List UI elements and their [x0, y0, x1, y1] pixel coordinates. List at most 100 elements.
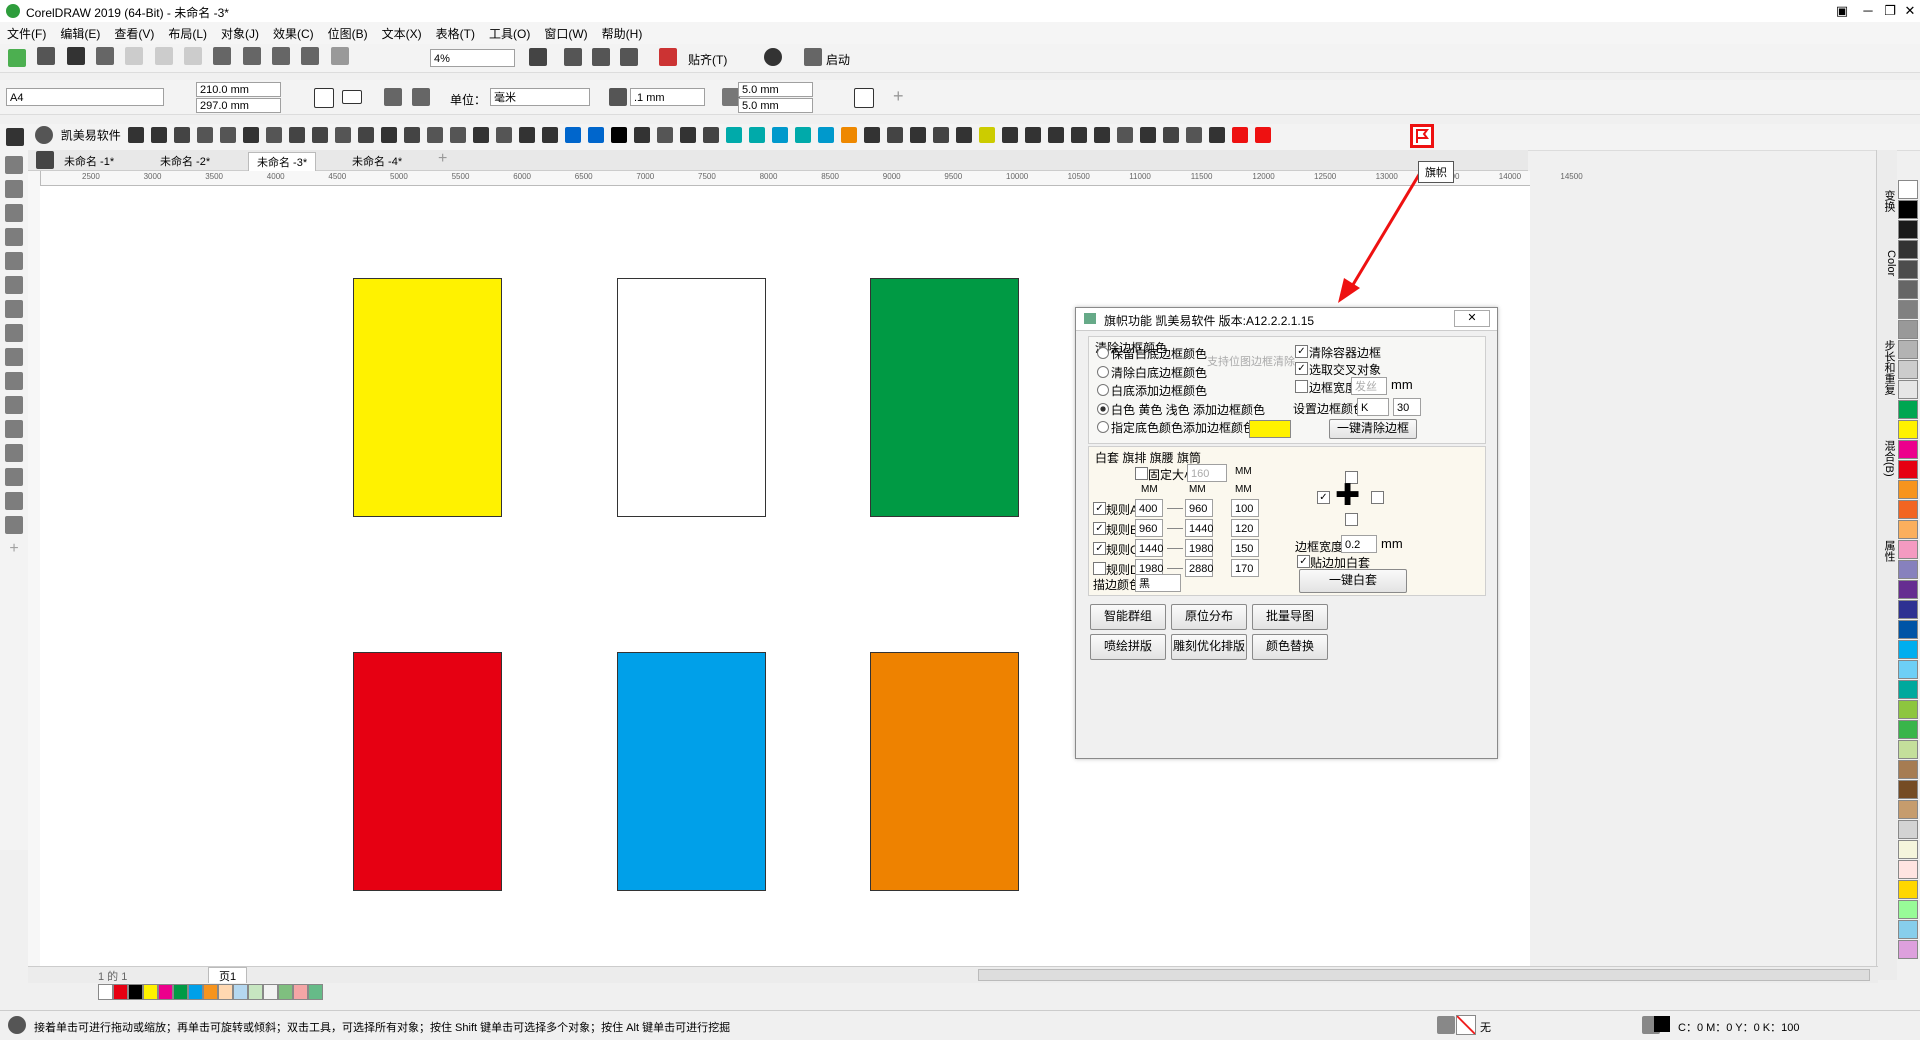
palette-swatch[interactable]: [1898, 200, 1918, 219]
page-size-select[interactable]: A4: [6, 88, 164, 106]
plugin-tool-icon[interactable]: [1024, 127, 1041, 143]
border-radio[interactable]: [1097, 365, 1109, 378]
palette-swatch[interactable]: [1898, 640, 1918, 659]
border-color-select[interactable]: K: [1357, 398, 1389, 416]
plugin-tool-icon[interactable]: [909, 127, 926, 143]
plugin-tool-icon[interactable]: [932, 127, 949, 143]
nudge-icon[interactable]: [609, 88, 627, 106]
palette-swatch[interactable]: [1898, 560, 1918, 579]
import-icon[interactable]: [272, 46, 291, 65]
plugin-tool-icon[interactable]: [748, 127, 765, 143]
rule-checkbox[interactable]: [1093, 562, 1106, 575]
plugin-tool-icon[interactable]: [1139, 127, 1156, 143]
palette-swatch[interactable]: [1898, 900, 1918, 919]
menu-item[interactable]: 文本(X): [375, 22, 429, 45]
plugin-tool-icon[interactable]: [955, 127, 972, 143]
rule-checkbox[interactable]: ✓: [1093, 502, 1106, 515]
document-tab[interactable]: 未命名 -1*: [56, 152, 122, 170]
document-palette-swatch[interactable]: [173, 984, 188, 1000]
dialog-action-button[interactable]: 智能群组: [1090, 604, 1166, 630]
snap-dropdown[interactable]: 贴齐(T): [688, 51, 727, 68]
zoom-tool-icon[interactable]: [5, 228, 23, 246]
plugin-tool-icon[interactable]: [1162, 127, 1179, 143]
fixed-size-checkbox[interactable]: [1135, 467, 1148, 480]
menu-item[interactable]: 效果(C): [266, 22, 321, 45]
nudge-field[interactable]: .1 mm: [630, 88, 705, 106]
plugin-tool-icon[interactable]: [840, 127, 857, 143]
copy-icon[interactable]: [154, 46, 173, 65]
palette-swatch[interactable]: [1898, 380, 1918, 399]
edge-width-select[interactable]: 0.2: [1341, 535, 1377, 553]
dimension-tool-icon[interactable]: [5, 396, 23, 414]
plugin-tool-icon[interactable]: [472, 127, 489, 143]
white-rectangle[interactable]: [617, 278, 766, 517]
menu-item[interactable]: 工具(O): [482, 22, 537, 45]
freehand-tool-icon[interactable]: [5, 252, 23, 270]
border-color-value[interactable]: 30: [1393, 398, 1421, 416]
document-palette-swatch[interactable]: [203, 984, 218, 1000]
plugin-tool-icon[interactable]: [541, 127, 558, 143]
clear-container-checkbox[interactable]: ✓: [1295, 345, 1308, 358]
horizontal-ruler[interactable]: 2500 3000 3500 4000 4500 5000 5500 6000 6500 7000…: [40, 171, 1583, 186]
transform-tab[interactable]: 变换: [1881, 190, 1897, 212]
rule-checkbox[interactable]: ✓: [1093, 542, 1106, 555]
dialog-close-button[interactable]: ✕: [1454, 310, 1490, 327]
menu-item[interactable]: 查看(V): [107, 22, 161, 45]
palette-swatch[interactable]: [1898, 480, 1918, 499]
treat-as-filled-icon[interactable]: [854, 88, 874, 108]
rule-a-input[interactable]: 1440: [1135, 539, 1163, 557]
fixed-size-input[interactable]: 160: [1187, 464, 1227, 482]
fill-icon[interactable]: [1437, 1016, 1455, 1034]
snap-icon[interactable]: [659, 48, 677, 66]
plugin-tool-icon[interactable]: [794, 127, 811, 143]
plugin-tool-icon[interactable]: [1070, 127, 1087, 143]
border-radio[interactable]: [1097, 384, 1109, 396]
palette-swatch[interactable]: [1898, 780, 1918, 799]
dialog-action-button[interactable]: 颜色替换: [1252, 634, 1328, 660]
text-tool-icon[interactable]: [5, 372, 23, 390]
open-icon[interactable]: [37, 46, 56, 65]
flag-plugin-button[interactable]: [1410, 124, 1434, 148]
no-fill-swatch[interactable]: [1456, 1015, 1476, 1035]
plugin-tool-icon[interactable]: [242, 127, 259, 143]
menu-item[interactable]: 布局(L): [161, 22, 214, 45]
palette-swatch[interactable]: [1898, 460, 1918, 479]
left-checkbox[interactable]: ✓: [1317, 491, 1330, 504]
page-height-field[interactable]: 297.0 mm: [196, 98, 281, 113]
palette-swatch[interactable]: [1898, 220, 1918, 239]
dialog-action-button[interactable]: 喷绘拼版: [1090, 634, 1166, 660]
artistic-media-icon[interactable]: [5, 276, 23, 294]
new-document-icon[interactable]: [8, 49, 26, 67]
plugin-tool-icon[interactable]: [265, 127, 282, 143]
plugin-tool-icon[interactable]: [311, 127, 328, 143]
pdf-icon[interactable]: [330, 46, 349, 65]
palette-swatch[interactable]: [1898, 840, 1918, 859]
palette-swatch[interactable]: [1898, 920, 1918, 939]
shape-tool-icon[interactable]: [5, 180, 23, 198]
crop-tool-icon[interactable]: [5, 204, 23, 222]
plugin-tool-icon[interactable]: [357, 127, 374, 143]
dup-x-field[interactable]: 5.0 mm: [738, 82, 813, 97]
rule-c-input[interactable]: 150: [1231, 539, 1259, 557]
menu-item[interactable]: 文件(F): [0, 22, 53, 45]
step-repeat-tab[interactable]: 步长和重复: [1881, 340, 1897, 395]
print-icon[interactable]: [96, 46, 115, 65]
palette-swatch[interactable]: [1898, 520, 1918, 539]
yellow-rectangle[interactable]: [353, 278, 502, 517]
palette-swatch[interactable]: [1898, 180, 1918, 199]
grid-icon[interactable]: [592, 48, 610, 66]
all-pages-icon[interactable]: [384, 88, 402, 106]
palette-swatch[interactable]: [1898, 360, 1918, 379]
export-icon[interactable]: [301, 46, 320, 65]
document-palette-swatch[interactable]: [233, 984, 248, 1000]
color-tab[interactable]: Color: [1881, 250, 1897, 276]
horizontal-scrollbar[interactable]: [978, 969, 1870, 981]
minimize-button[interactable]: ─: [1856, 2, 1880, 20]
palette-swatch[interactable]: [1898, 500, 1918, 519]
palette-swatch[interactable]: [1898, 300, 1918, 319]
transparency-tool-icon[interactable]: [5, 468, 23, 486]
plugin-tool-icon[interactable]: [288, 127, 305, 143]
palette-swatch[interactable]: [1898, 340, 1918, 359]
palette-swatch[interactable]: [1898, 620, 1918, 639]
plugin-tool-icon[interactable]: [1001, 127, 1018, 143]
